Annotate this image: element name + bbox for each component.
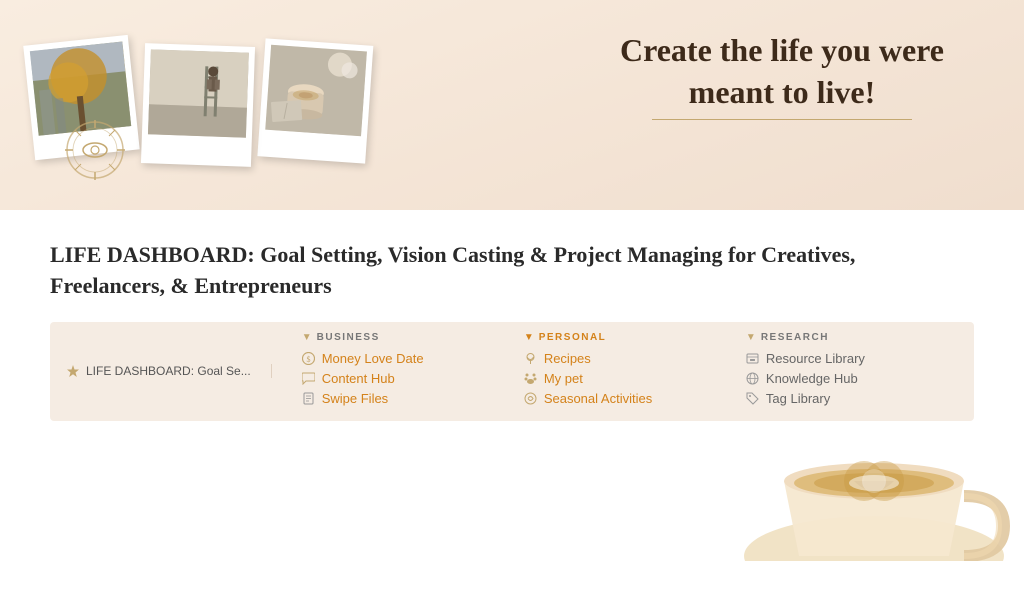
business-section-title: BUSINESS xyxy=(317,332,380,343)
coffee-decoration xyxy=(724,441,1024,561)
nav-item-content-hub[interactable]: Content Hub xyxy=(302,371,504,386)
swipe-files-label: Swipe Files xyxy=(322,391,388,406)
header-banner: Create the life you were meant to live! xyxy=(0,0,1024,210)
recipes-label: Recipes xyxy=(544,351,591,366)
money-icon: $ xyxy=(302,351,316,365)
polaroid-photo-2 xyxy=(141,43,255,167)
resource-library-icon xyxy=(746,351,760,365)
seasonal-activities-label: Seasonal Activities xyxy=(544,391,652,406)
nav-item-money-love-date[interactable]: $ Money Love Date xyxy=(302,351,504,366)
research-section-header: ▼ RESEARCH xyxy=(746,332,948,343)
recipes-icon xyxy=(524,351,538,365)
chat-icon xyxy=(302,371,316,385)
nav-item-recipes[interactable]: Recipes xyxy=(524,351,726,366)
files-icon xyxy=(302,391,316,405)
pet-icon xyxy=(524,371,538,385)
tagline-line1: Create the life you were xyxy=(620,30,944,72)
money-love-date-label: Money Love Date xyxy=(322,351,424,366)
polaroid-photo-3 xyxy=(257,38,373,163)
bottom-area xyxy=(0,441,1024,561)
knowledge-hub-label: Knowledge Hub xyxy=(766,371,858,386)
resource-library-label: Resource Library xyxy=(766,351,865,366)
svg-text:$: $ xyxy=(307,355,311,364)
nav-section-personal: ▼ PERSONAL Recipes My pet Seasonal Acti xyxy=(514,332,736,411)
research-section-title: RESEARCH xyxy=(761,332,829,343)
nav-item-resource-library[interactable]: Resource Library xyxy=(746,351,948,366)
nav-item-tag-library[interactable]: Tag Library xyxy=(746,391,948,406)
tagline-container: Create the life you were meant to live! xyxy=(620,30,944,120)
compass-icon xyxy=(60,115,130,185)
content-hub-label: Content Hub xyxy=(322,371,395,386)
photo-image-2 xyxy=(148,49,249,137)
personal-arrow-icon: ▼ xyxy=(524,332,534,343)
nav-breadcrumb-bar: LIFE DASHBOARD: Goal Se... ▼ BUSINESS $ … xyxy=(50,322,974,421)
tagline-line2: meant to live! xyxy=(620,72,944,114)
photo-image-3 xyxy=(265,45,367,136)
main-content: LIFE DASHBOARD: Goal Setting, Vision Cas… xyxy=(0,210,1024,441)
tag-library-label: Tag Library xyxy=(766,391,830,406)
nav-section-business: ▼ BUSINESS $ Money Love Date Content Hub xyxy=(292,332,514,411)
my-pet-label: My pet xyxy=(544,371,583,386)
research-arrow-icon: ▼ xyxy=(746,332,756,343)
polaroid-photos xyxy=(30,45,369,165)
personal-section-header: ▼ PERSONAL xyxy=(524,332,726,343)
knowledge-hub-icon xyxy=(746,371,760,385)
nav-home-item[interactable]: LIFE DASHBOARD: Goal Se... xyxy=(66,364,272,378)
nav-item-knowledge-hub[interactable]: Knowledge Hub xyxy=(746,371,948,386)
home-star-icon xyxy=(66,364,80,378)
nav-home-label: LIFE DASHBOARD: Goal Se... xyxy=(86,364,251,378)
nav-item-my-pet[interactable]: My pet xyxy=(524,371,726,386)
tagline-underline xyxy=(652,119,912,120)
nav-item-swipe-files[interactable]: Swipe Files xyxy=(302,391,504,406)
business-arrow-icon: ▼ xyxy=(302,332,312,343)
tag-library-icon xyxy=(746,391,760,405)
business-section-header: ▼ BUSINESS xyxy=(302,332,504,343)
page-title: LIFE DASHBOARD: Goal Setting, Vision Cas… xyxy=(50,240,870,302)
seasonal-icon xyxy=(524,391,538,405)
nav-section-research: ▼ RESEARCH Resource Library Knowledge Hu… xyxy=(736,332,958,411)
personal-section-title: PERSONAL xyxy=(539,332,607,343)
nav-item-seasonal-activities[interactable]: Seasonal Activities xyxy=(524,391,726,406)
